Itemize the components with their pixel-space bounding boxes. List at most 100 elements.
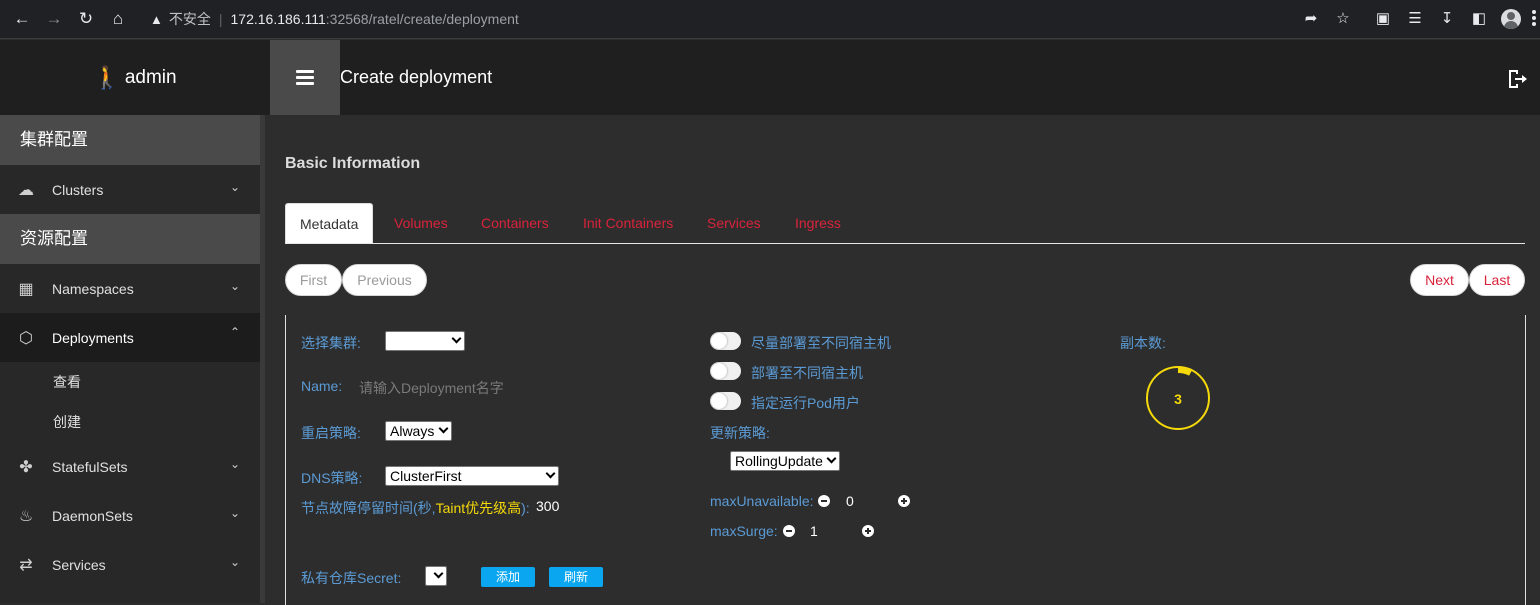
main-content: Basic Information Metadata Volumes Conta… xyxy=(265,115,1540,605)
dns-policy-label: DNS策略: xyxy=(301,470,363,486)
hearing-icon: ✤ xyxy=(19,458,33,476)
taint-label-part-1: 节点故障停留时间(秒, xyxy=(301,500,436,516)
sidebar: 集群配置 ☁ Clusters ⌄ 资源配置 ▦ Namespaces ⌄ ⬡ … xyxy=(0,115,260,603)
chevron-down-icon: ⌄ xyxy=(229,279,240,293)
spread-hosts-label: 尽量部署至不同宿主机 xyxy=(751,335,891,351)
download-icon[interactable]: ↧ xyxy=(1437,9,1457,29)
chevron-down-icon: ⌄ xyxy=(229,457,240,471)
sidebar-subitem-create[interactable]: 创建 xyxy=(0,402,260,442)
secret-select[interactable] xyxy=(425,566,447,586)
menu-toggle-button[interactable] xyxy=(270,40,340,115)
last-page-button[interactable]: Last xyxy=(1469,264,1525,296)
tab-services[interactable]: Services xyxy=(707,203,761,243)
logout-icon[interactable] xyxy=(1506,68,1528,90)
tab-ingress[interactable]: Ingress xyxy=(795,203,841,243)
taint-timeout-label: 节点故障停留时间(秒,Taint优先级高): xyxy=(301,498,530,518)
max-unavailable-label: maxUnavailable: xyxy=(710,493,814,509)
tab-metadata[interactable]: Metadata xyxy=(285,203,374,243)
run-as-user-label: 指定运行Pod用户 xyxy=(751,395,860,411)
sidebar-item-clusters[interactable]: ☁ Clusters ⌄ xyxy=(0,165,260,214)
reading-list-icon[interactable]: ☰ xyxy=(1405,9,1425,29)
page-title: Create deployment xyxy=(340,67,493,87)
different-hosts-label: 部署至不同宿主机 xyxy=(751,365,863,381)
browser-toolbar: ← → ↻ ⌂ ▲ 不安全 | 172.16.186.111:32568/ratel/… xyxy=(0,0,1540,39)
run-as-user-toggle[interactable] xyxy=(710,392,741,410)
address-bar[interactable]: ▲ 不安全 | 172.16.186.111:32568/ratel/create/d… xyxy=(150,8,519,30)
update-strategy-value: RollingUpdate xyxy=(735,453,823,469)
browser-menu-icon[interactable] xyxy=(1532,10,1536,28)
side-panel-icon[interactable]: ◧ xyxy=(1469,9,1489,29)
sidebar-item-label: Services xyxy=(52,556,106,573)
sidebar-item-services[interactable]: ⇄ Services ⌄ xyxy=(0,540,260,589)
max-surge-value[interactable]: 1 xyxy=(810,523,818,539)
brand: 🚶 admin xyxy=(0,40,270,115)
chevron-down-icon xyxy=(826,453,837,464)
max-surge-plus-icon[interactable] xyxy=(862,525,874,537)
tab-init-containers[interactable]: Init Containers xyxy=(583,203,673,243)
extensions-icon[interactable]: ▣ xyxy=(1373,9,1393,29)
tab-volumes[interactable]: Volumes xyxy=(394,203,448,243)
sidebar-item-label: StatefulSets xyxy=(52,458,128,475)
home-icon[interactable]: ⌂ xyxy=(108,9,128,29)
chevron-down-icon xyxy=(433,568,444,579)
app-header: 🚶 admin Create deployment xyxy=(0,40,1540,115)
chevron-down-icon xyxy=(438,423,449,434)
add-secret-button[interactable]: 添加 xyxy=(481,567,535,587)
dns-policy-value: ClusterFirst xyxy=(390,468,462,484)
sidebar-item-statefulsets[interactable]: ✤ StatefulSets ⌄ xyxy=(0,442,260,491)
address-separator: | xyxy=(218,11,223,27)
restart-policy-value: Always xyxy=(390,423,435,439)
fire-icon: ♨ xyxy=(18,507,34,525)
chevron-up-icon: ⌃ xyxy=(229,325,240,339)
restart-policy-label: 重启策略: xyxy=(301,425,361,441)
max-unavailable-plus-icon[interactable] xyxy=(898,495,910,507)
dns-policy-select[interactable]: ClusterFirst xyxy=(385,466,559,486)
sidebar-item-daemonsets[interactable]: ♨ DaemonSets ⌄ xyxy=(0,491,260,540)
share-icon[interactable]: ➦ xyxy=(1301,9,1321,29)
chevron-down-icon xyxy=(545,468,556,479)
sidebar-item-label: Namespaces xyxy=(52,280,134,297)
chevron-down-icon xyxy=(451,333,462,344)
profile-avatar[interactable] xyxy=(1501,9,1521,29)
sidebar-item-deployments[interactable]: ⬡ Deployments ⌃ xyxy=(0,313,260,362)
update-strategy-label: 更新策略: xyxy=(710,425,770,441)
first-page-button[interactable]: First xyxy=(285,264,342,296)
walker-icon: 🚶 xyxy=(93,64,121,90)
max-surge-minus-icon[interactable] xyxy=(783,525,795,537)
tab-bar: Metadata Volumes Containers Init Contain… xyxy=(285,203,1525,244)
url-host: 172.16.186.111 xyxy=(230,11,326,27)
name-input[interactable]: 请输入Deployment名字 xyxy=(359,378,504,398)
taint-label-part-3: ): xyxy=(521,500,530,516)
cluster-select[interactable] xyxy=(385,331,465,351)
sidebar-subitem-view[interactable]: 查看 xyxy=(0,362,260,402)
sidebar-item-label: DaemonSets xyxy=(52,507,133,524)
hamburger-icon xyxy=(296,67,314,88)
cube-icon: ⬡ xyxy=(19,329,33,347)
max-unavailable-value[interactable]: 0 xyxy=(846,493,854,509)
chevron-down-icon: ⌄ xyxy=(229,555,240,569)
next-page-button[interactable]: Next xyxy=(1410,264,1469,296)
replicas-label: 副本数: xyxy=(1120,335,1166,351)
tab-containers[interactable]: Containers xyxy=(481,203,549,243)
sidebar-section-resource-config: 资源配置 xyxy=(0,214,260,264)
bookmark-star-icon[interactable]: ☆ xyxy=(1333,9,1353,29)
forward-icon[interactable]: → xyxy=(44,9,64,29)
chevron-down-icon: ⌄ xyxy=(229,506,240,520)
previous-page-button[interactable]: Previous xyxy=(342,264,427,296)
refresh-secret-button[interactable]: 刷新 xyxy=(549,567,603,587)
taint-timeout-value[interactable]: 300 xyxy=(536,498,559,514)
max-unavailable-minus-icon[interactable] xyxy=(818,495,830,507)
sidebar-item-label: Clusters xyxy=(52,181,104,198)
spread-hosts-toggle[interactable] xyxy=(710,332,741,350)
restart-policy-select[interactable]: Always xyxy=(385,421,452,441)
building-icon: ▦ xyxy=(18,280,34,298)
name-label: Name: xyxy=(301,378,343,394)
sidebar-item-namespaces[interactable]: ▦ Namespaces ⌄ xyxy=(0,264,260,313)
replicas-value: 3 xyxy=(1174,391,1182,407)
back-icon[interactable]: ← xyxy=(12,9,32,29)
exchange-icon: ⇄ xyxy=(19,556,33,574)
different-hosts-toggle[interactable] xyxy=(710,362,741,380)
max-surge-label: maxSurge: xyxy=(710,523,778,539)
reload-icon[interactable]: ↻ xyxy=(76,9,96,29)
update-strategy-select[interactable]: RollingUpdate xyxy=(730,451,840,471)
